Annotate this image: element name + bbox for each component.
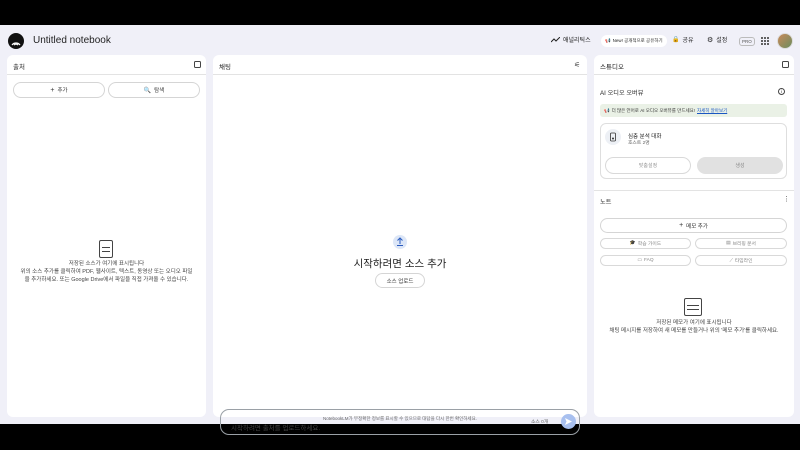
generate-button[interactable]: 생성 [697, 157, 783, 174]
apps-grid-icon[interactable] [761, 37, 769, 45]
add-note-button[interactable]: + 메모 추가 [600, 218, 787, 233]
sources-empty-line2: 을 추가하세요. 또는 Google Drive에서 파일을 직접 가져올 수 … [24, 277, 189, 283]
timeline-icon: ⟋ [729, 258, 733, 264]
upload-source-button[interactable]: 소스 업로드 [375, 273, 425, 288]
top-bar: Untitled notebook 애널리틱스 📢 New! 공개적으로 공유하… [0, 25, 800, 57]
info-icon[interactable]: i [778, 88, 785, 95]
language-banner: 📢 더 많은 언어로 AI 오디오 오버뷰를 만드세요! 자세히 알아보기 [600, 104, 787, 117]
plus-icon: + [50, 86, 55, 94]
customize-button[interactable]: 맞춤설정 [605, 157, 691, 174]
learn-more-link[interactable]: 자세히 알아보기 [697, 108, 727, 114]
host-count: 호스트 2명 [628, 141, 650, 146]
pro-badge: PRO [739, 37, 755, 46]
divider [7, 74, 206, 75]
faq-label: FAQ [643, 258, 654, 263]
add-note-label: 메모 추가 [686, 223, 708, 230]
gear-icon: ⚙ [707, 36, 714, 44]
studio-panel: 스튜디오 AI 오디오 오버뷰 i 📢 더 많은 언어로 AI 오디오 오버뷰를… [594, 55, 794, 417]
analytics-button[interactable]: 애널리틱스 [551, 35, 591, 44]
notes-title: 노트 [600, 199, 612, 206]
document-icon: ▤ [726, 241, 731, 246]
megaphone-icon: 📢 [604, 107, 610, 113]
analytics-label: 애널리틱스 [563, 38, 591, 44]
sources-title: 출처 [13, 64, 25, 71]
search-sparkle-icon: 🔍 [143, 87, 152, 94]
more-vert-icon[interactable]: ⋮ [783, 195, 790, 203]
faq-icon: ▭ [637, 258, 642, 263]
lock-icon: 🔒 [672, 37, 680, 43]
studio-title: 스튜디오 [600, 64, 624, 71]
collapse-panel-icon[interactable] [194, 61, 201, 68]
upload-icon [393, 235, 407, 249]
tune-icon[interactable]: ⚟ [574, 61, 580, 69]
footer-notice: NotebookLM가 부정확한 정보를 표시할 수 있으므로 대답을 다시 한… [323, 416, 477, 421]
notes-empty-desc: 채팅 메시지를 저장하여 새 메모를 만들거나 위의 '메모 추가'를 클릭하세… [609, 328, 779, 334]
generate-label: 생성 [735, 163, 745, 169]
document-icon [99, 240, 113, 258]
share-publicly-pill[interactable]: 📢 New! 공개적으로 공유하기 [601, 35, 667, 47]
add-source-button[interactable]: + 추가 [13, 82, 105, 98]
discover-sources-button[interactable]: 🔍 탐색 [108, 82, 200, 98]
timeline-label: 타임라인 [734, 259, 753, 264]
faq-chip[interactable]: ▭ FAQ [600, 255, 691, 266]
study-guide-chip[interactable]: 🎓 학습 가이드 [600, 238, 691, 249]
study-guide-label: 학습 가이드 [637, 242, 662, 247]
start-heading: 시작하려면 소스 추가 [353, 258, 447, 270]
discover-label: 탐색 [154, 88, 165, 94]
chat-panel: 채팅 ⚟ 시작하려면 소스 추가 소스 업로드 시작하려면 출처를 업로드하세요… [213, 55, 587, 435]
share-button[interactable]: 🔒 공유 [672, 35, 694, 44]
notebooklm-logo-icon[interactable] [8, 33, 24, 49]
briefing-doc-chip[interactable]: ▤ 브리핑 문서 [695, 238, 787, 249]
school-icon: 🎓 [629, 241, 636, 246]
add-source-label: 추가 [57, 88, 68, 94]
chat-input[interactable]: 시작하려면 출처를 업로드하세요. 소스 0개 [220, 409, 580, 435]
megaphone-icon: 📢 [605, 38, 611, 43]
avatar[interactable] [777, 33, 793, 49]
upload-source-label: 소스 업로드 [386, 278, 414, 285]
banner-text: 더 많은 언어로 AI 오디오 오버뷰를 만드세요! [611, 107, 695, 113]
app-window: Untitled notebook 애널리틱스 📢 New! 공개적으로 공유하… [0, 25, 800, 435]
audio-overview-card: 심층 분석 대화 호스트 2명 맞춤설정 생성 [600, 123, 787, 179]
timeline-chip[interactable]: ⟋ 타임라인 [695, 255, 787, 266]
settings-button[interactable]: ⚙ 설정 [707, 35, 728, 45]
settings-label: 설정 [716, 38, 728, 44]
speaker-icon [605, 129, 621, 145]
audio-overview-title: AI 오디오 오버뷰 [600, 90, 644, 97]
divider [594, 190, 794, 191]
share-publicly-label: New! 공개적으로 공유하기 [612, 38, 663, 43]
chat-title: 채팅 [219, 64, 231, 71]
notes-icon [684, 298, 702, 316]
chat-input-placeholder: 시작하려면 출처를 업로드하세요. [231, 425, 321, 432]
briefing-doc-label: 브리핑 문서 [732, 242, 756, 247]
share-label: 공유 [682, 38, 694, 44]
divider [594, 74, 794, 75]
trending-up-icon [551, 36, 560, 42]
notebook-title[interactable]: Untitled notebook [33, 35, 111, 46]
sources-panel: 출처 + 추가 🔍 탐색 저장된 소스가 여기에 표시됩니다 위의 소스 추가를… [7, 55, 206, 417]
collapse-panel-icon[interactable] [782, 61, 789, 68]
divider [213, 74, 587, 75]
customize-label: 맞춤설정 [638, 163, 658, 169]
plus-icon: + [679, 222, 684, 229]
